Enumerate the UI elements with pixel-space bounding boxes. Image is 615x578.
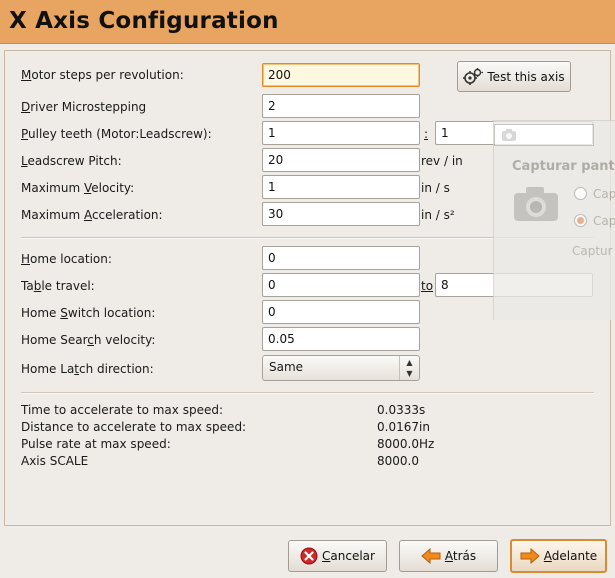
test-axis-button[interactable]: Test this axis — [457, 61, 571, 92]
back-button[interactable]: Atrás — [399, 540, 498, 572]
home-latch-select[interactable]: Same ▲ ▼ — [262, 355, 420, 381]
arrow-right-icon — [520, 548, 540, 564]
home-location-input[interactable] — [262, 246, 420, 270]
info-value-accel-time: 0.0333s — [377, 403, 426, 417]
table-travel-to-label: to — [421, 279, 434, 293]
forward-button[interactable]: Adelante — [510, 539, 607, 573]
acceleration-unit: in / s² — [421, 208, 455, 222]
info-value-accel-distance: 0.0167in — [377, 420, 430, 434]
velocity-unit: in / s — [421, 181, 450, 195]
camera-icon — [502, 129, 516, 141]
info-label-pulse-rate: Pulse rate at max speed: — [21, 437, 171, 451]
info-label-accel-time: Time to accelerate to max speed: — [21, 403, 223, 417]
page-title: X Axis Configuration — [9, 8, 279, 34]
back-label: Atrás — [444, 549, 477, 563]
gears-icon — [463, 67, 484, 85]
overlay-radio-1-label: Cap — [593, 187, 615, 201]
leadscrew-pitch-input[interactable] — [262, 148, 420, 172]
info-label-axis-scale: Axis SCALE — [21, 454, 89, 468]
home-switch-label: Home Switch location: — [21, 306, 156, 320]
info-value-pulse-rate: 8000.0Hz — [377, 437, 435, 451]
pitch-unit: rev / in — [421, 154, 463, 168]
separator-2 — [21, 392, 594, 394]
max-acceleration-label: Maximum Acceleration: — [21, 208, 163, 222]
forward-label: Adelante — [543, 549, 598, 563]
max-velocity-input[interactable] — [262, 175, 420, 199]
pulley-separator: : — [424, 127, 429, 141]
test-axis-label: Test this axis — [487, 69, 565, 84]
table-travel-label: Table travel: — [21, 279, 95, 293]
home-search-label: Home Search velocity: — [21, 333, 156, 347]
table-travel-from-input[interactable] — [262, 273, 420, 297]
home-search-input[interactable] — [262, 327, 420, 351]
home-latch-label: Home Latch direction: — [21, 362, 154, 376]
overlay-sub-label: Captur — [572, 244, 613, 258]
overlay-window: Capturar pant Cap Cap Captur — [493, 120, 615, 320]
info-label-accel-distance: Distance to accelerate to max speed: — [21, 420, 247, 434]
microstepping-label: Driver Microstepping — [21, 100, 147, 114]
motor-steps-input[interactable] — [262, 63, 420, 87]
home-latch-value: Same — [269, 360, 304, 374]
cancel-button[interactable]: Cancelar — [288, 540, 387, 572]
max-velocity-label: Maximum Velocity: — [21, 181, 135, 195]
cancel-label: Cancelar — [322, 549, 375, 563]
arrow-left-icon — [421, 548, 441, 564]
info-value-axis-scale: 8000.0 — [377, 454, 419, 468]
leadscrew-pitch-label: Leadscrew Pitch: — [21, 154, 122, 168]
overlay-entry — [494, 124, 594, 146]
camera-large-icon — [514, 187, 558, 221]
microstepping-input[interactable] — [262, 94, 420, 118]
pulley-teeth-label: Pulley teeth (Motor:Leadscrew): — [21, 127, 212, 141]
overlay-title: Capturar pant — [512, 159, 615, 174]
overlay-radio-2 — [574, 214, 587, 227]
pulley-motor-input[interactable] — [262, 121, 420, 145]
home-location-label: Home location: — [21, 252, 112, 266]
max-acceleration-input[interactable] — [262, 202, 420, 226]
updown-arrow-icon: ▲ ▼ — [399, 356, 419, 380]
overlay-radio-2-label: Cap — [593, 214, 615, 228]
home-switch-input[interactable] — [262, 300, 420, 324]
overlay-radio-1 — [574, 187, 587, 200]
motor-steps-label: Motor steps per revolution: — [21, 68, 184, 82]
header-bar: X Axis Configuration — [0, 0, 615, 44]
cancel-icon — [300, 547, 318, 565]
